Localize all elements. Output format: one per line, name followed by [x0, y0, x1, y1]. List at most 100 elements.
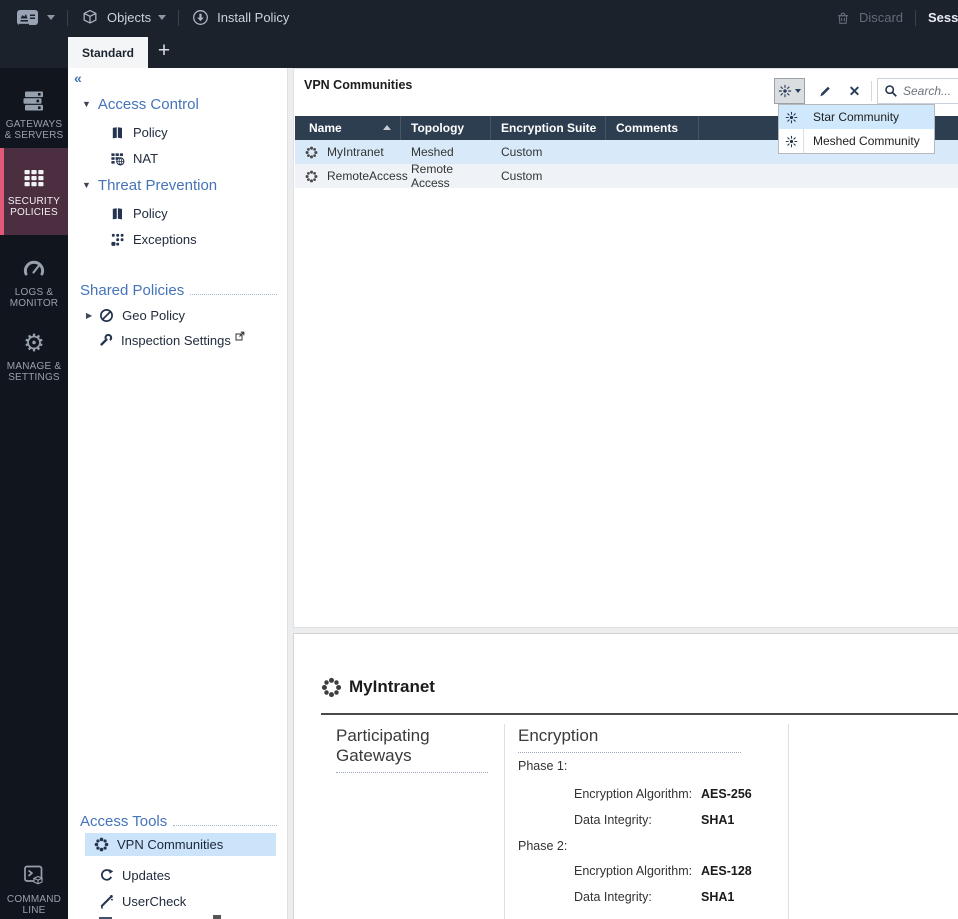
vpn-community-icon — [305, 146, 318, 159]
divider — [67, 9, 68, 26]
sidebar-item-updates[interactable]: Updates — [99, 864, 170, 886]
dotted-leader — [173, 825, 277, 826]
install-policy-label: Install Policy — [217, 10, 290, 25]
divider — [178, 9, 180, 26]
chevron-down-icon — [47, 15, 55, 20]
community-details-panel: MyIntranet Participating Gateways Encryp… — [293, 633, 958, 919]
chevron-down-icon — [158, 15, 167, 20]
wrench-icon — [98, 333, 113, 348]
chevron-expanded-icon: ▼ — [82, 99, 91, 109]
star-burst-icon — [778, 84, 792, 98]
dotted-leader — [190, 294, 277, 295]
new-community-button[interactable] — [774, 78, 805, 104]
tree-nat[interactable]: NAT — [110, 147, 158, 169]
divider — [871, 81, 872, 101]
nav-rail: GATEWAYS & SERVERS SECURITY POLICIES LOGS … — [0, 68, 68, 919]
tree-access-control[interactable]: ▼ Access Control — [82, 93, 199, 115]
discard-label: Discard — [858, 10, 904, 25]
column-header-name[interactable]: Name — [295, 116, 401, 140]
terminal-icon — [21, 863, 47, 889]
table-row[interactable]: RemoteAccess Remote Access Custom — [295, 162, 958, 190]
data-integrity-label: Data Integrity: — [574, 890, 652, 904]
section-divider — [504, 724, 505, 919]
trash-icon — [834, 9, 852, 27]
install-policy-button[interactable]: Install Policy — [191, 8, 289, 27]
encryption-algorithm-label: Encryption Algorithm: — [574, 864, 693, 878]
discard-button[interactable]: Discard — [834, 9, 903, 27]
section-encryption: Encryption — [518, 726, 741, 753]
phase2-label: Phase 2: — [518, 839, 568, 853]
exceptions-dots-icon — [110, 232, 125, 247]
nav-command-line[interactable]: COMMAND LINE — [0, 860, 68, 919]
search-icon — [884, 84, 898, 98]
policy-book-icon — [110, 125, 125, 140]
nav-manage-settings[interactable]: ⚙ MANAGE & SETTINGS — [0, 325, 68, 389]
geo-policy-icon — [99, 308, 114, 323]
tree-geo-policy[interactable]: ▶ Geo Policy — [86, 304, 185, 326]
tree-inspection-settings[interactable]: Inspection Settings — [98, 329, 245, 351]
nav-gateways-servers[interactable]: GATEWAYS & SERVERS — [0, 82, 68, 146]
details-title: MyIntranet — [349, 677, 435, 696]
objects-label: Objects — [107, 10, 152, 25]
objects-menu-button[interactable]: Objects — [80, 8, 167, 28]
policy-sidebar: « ▼ Access Control Policy NAT ▼ Threat P… — [68, 68, 288, 919]
add-tab-button[interactable]: + — [152, 36, 176, 66]
tree-threat-prevention[interactable]: ▼ Threat Prevention — [82, 174, 217, 196]
cube-icon — [80, 8, 100, 28]
new-community-menu: Star Community Meshed Community — [778, 104, 935, 154]
tab-standard[interactable]: Standard — [68, 37, 148, 68]
chevron-down-icon — [795, 89, 801, 93]
tree-access-control-policy[interactable]: Policy — [110, 121, 168, 143]
encryption-algorithm-label: Encryption Algorithm: — [574, 787, 693, 801]
sidebar-item-usercheck[interactable]: UserCheck — [99, 890, 186, 912]
install-policy-icon — [191, 8, 210, 27]
pencil-icon — [817, 84, 832, 99]
vpn-communities-icon — [94, 837, 109, 852]
column-header-comments[interactable]: Comments — [606, 116, 699, 140]
phase2-encryption-algorithm-value: AES-128 — [701, 864, 752, 878]
title-underline — [321, 713, 958, 715]
nat-grid-globe-icon — [110, 151, 125, 166]
nav-security-policies[interactable]: SECURITY POLICIES — [0, 148, 68, 235]
menu-item-star-community[interactable]: Star Community — [779, 105, 934, 129]
chevron-collapsed-icon: ▶ — [86, 310, 93, 320]
smartconsole-menu-button[interactable] — [16, 9, 55, 27]
session-menu-button[interactable]: Sessi — [928, 10, 958, 25]
edit-button[interactable] — [811, 78, 838, 104]
sort-ascending-icon — [383, 125, 391, 130]
delete-button[interactable]: ✕ — [841, 78, 868, 104]
data-integrity-label: Data Integrity: — [574, 813, 652, 827]
policy-book-icon — [110, 206, 125, 221]
access-tools-header: Access Tools — [80, 810, 277, 830]
tree-threat-prevention-policy[interactable]: Policy — [110, 202, 168, 224]
vpn-community-icon — [305, 170, 318, 183]
column-header-topology[interactable]: Topology — [401, 116, 491, 140]
sidebar-item-vpn-communities[interactable]: VPN Communities — [85, 833, 276, 856]
search-box — [877, 78, 958, 104]
policy-grid-icon — [21, 165, 47, 191]
policy-tab-strip: Standard + — [0, 35, 958, 68]
external-link-icon — [235, 331, 245, 341]
nav-logs-monitor[interactable]: LOGS & MONITOR — [0, 250, 68, 314]
phase1-data-integrity-value: SHA1 — [701, 813, 735, 827]
shared-policies-header: Shared Policies — [80, 279, 277, 299]
collapse-sidebar-button[interactable]: « — [74, 70, 82, 86]
divider — [915, 9, 917, 26]
chevron-expanded-icon: ▼ — [82, 180, 91, 190]
usercheck-icon — [99, 894, 114, 909]
phase1-label: Phase 1: — [518, 759, 568, 773]
menu-item-meshed-community[interactable]: Meshed Community — [779, 129, 934, 153]
column-header-encryption-suite[interactable]: Encryption Suite — [491, 116, 606, 140]
top-menu-bar: Objects Install Policy Discard Sessi — [0, 0, 958, 35]
section-divider — [788, 724, 789, 919]
search-input[interactable] — [903, 84, 958, 98]
gauge-icon — [21, 256, 47, 282]
vpn-community-icon — [321, 677, 342, 698]
partial-sidebar-item — [99, 915, 257, 919]
phase2-data-integrity-value: SHA1 — [701, 890, 735, 904]
active-indicator — [0, 148, 4, 235]
tree-exceptions[interactable]: Exceptions — [110, 228, 197, 250]
star-burst-icon — [779, 111, 803, 124]
servers-icon — [21, 88, 47, 114]
panel-title: VPN Communities — [304, 78, 413, 92]
